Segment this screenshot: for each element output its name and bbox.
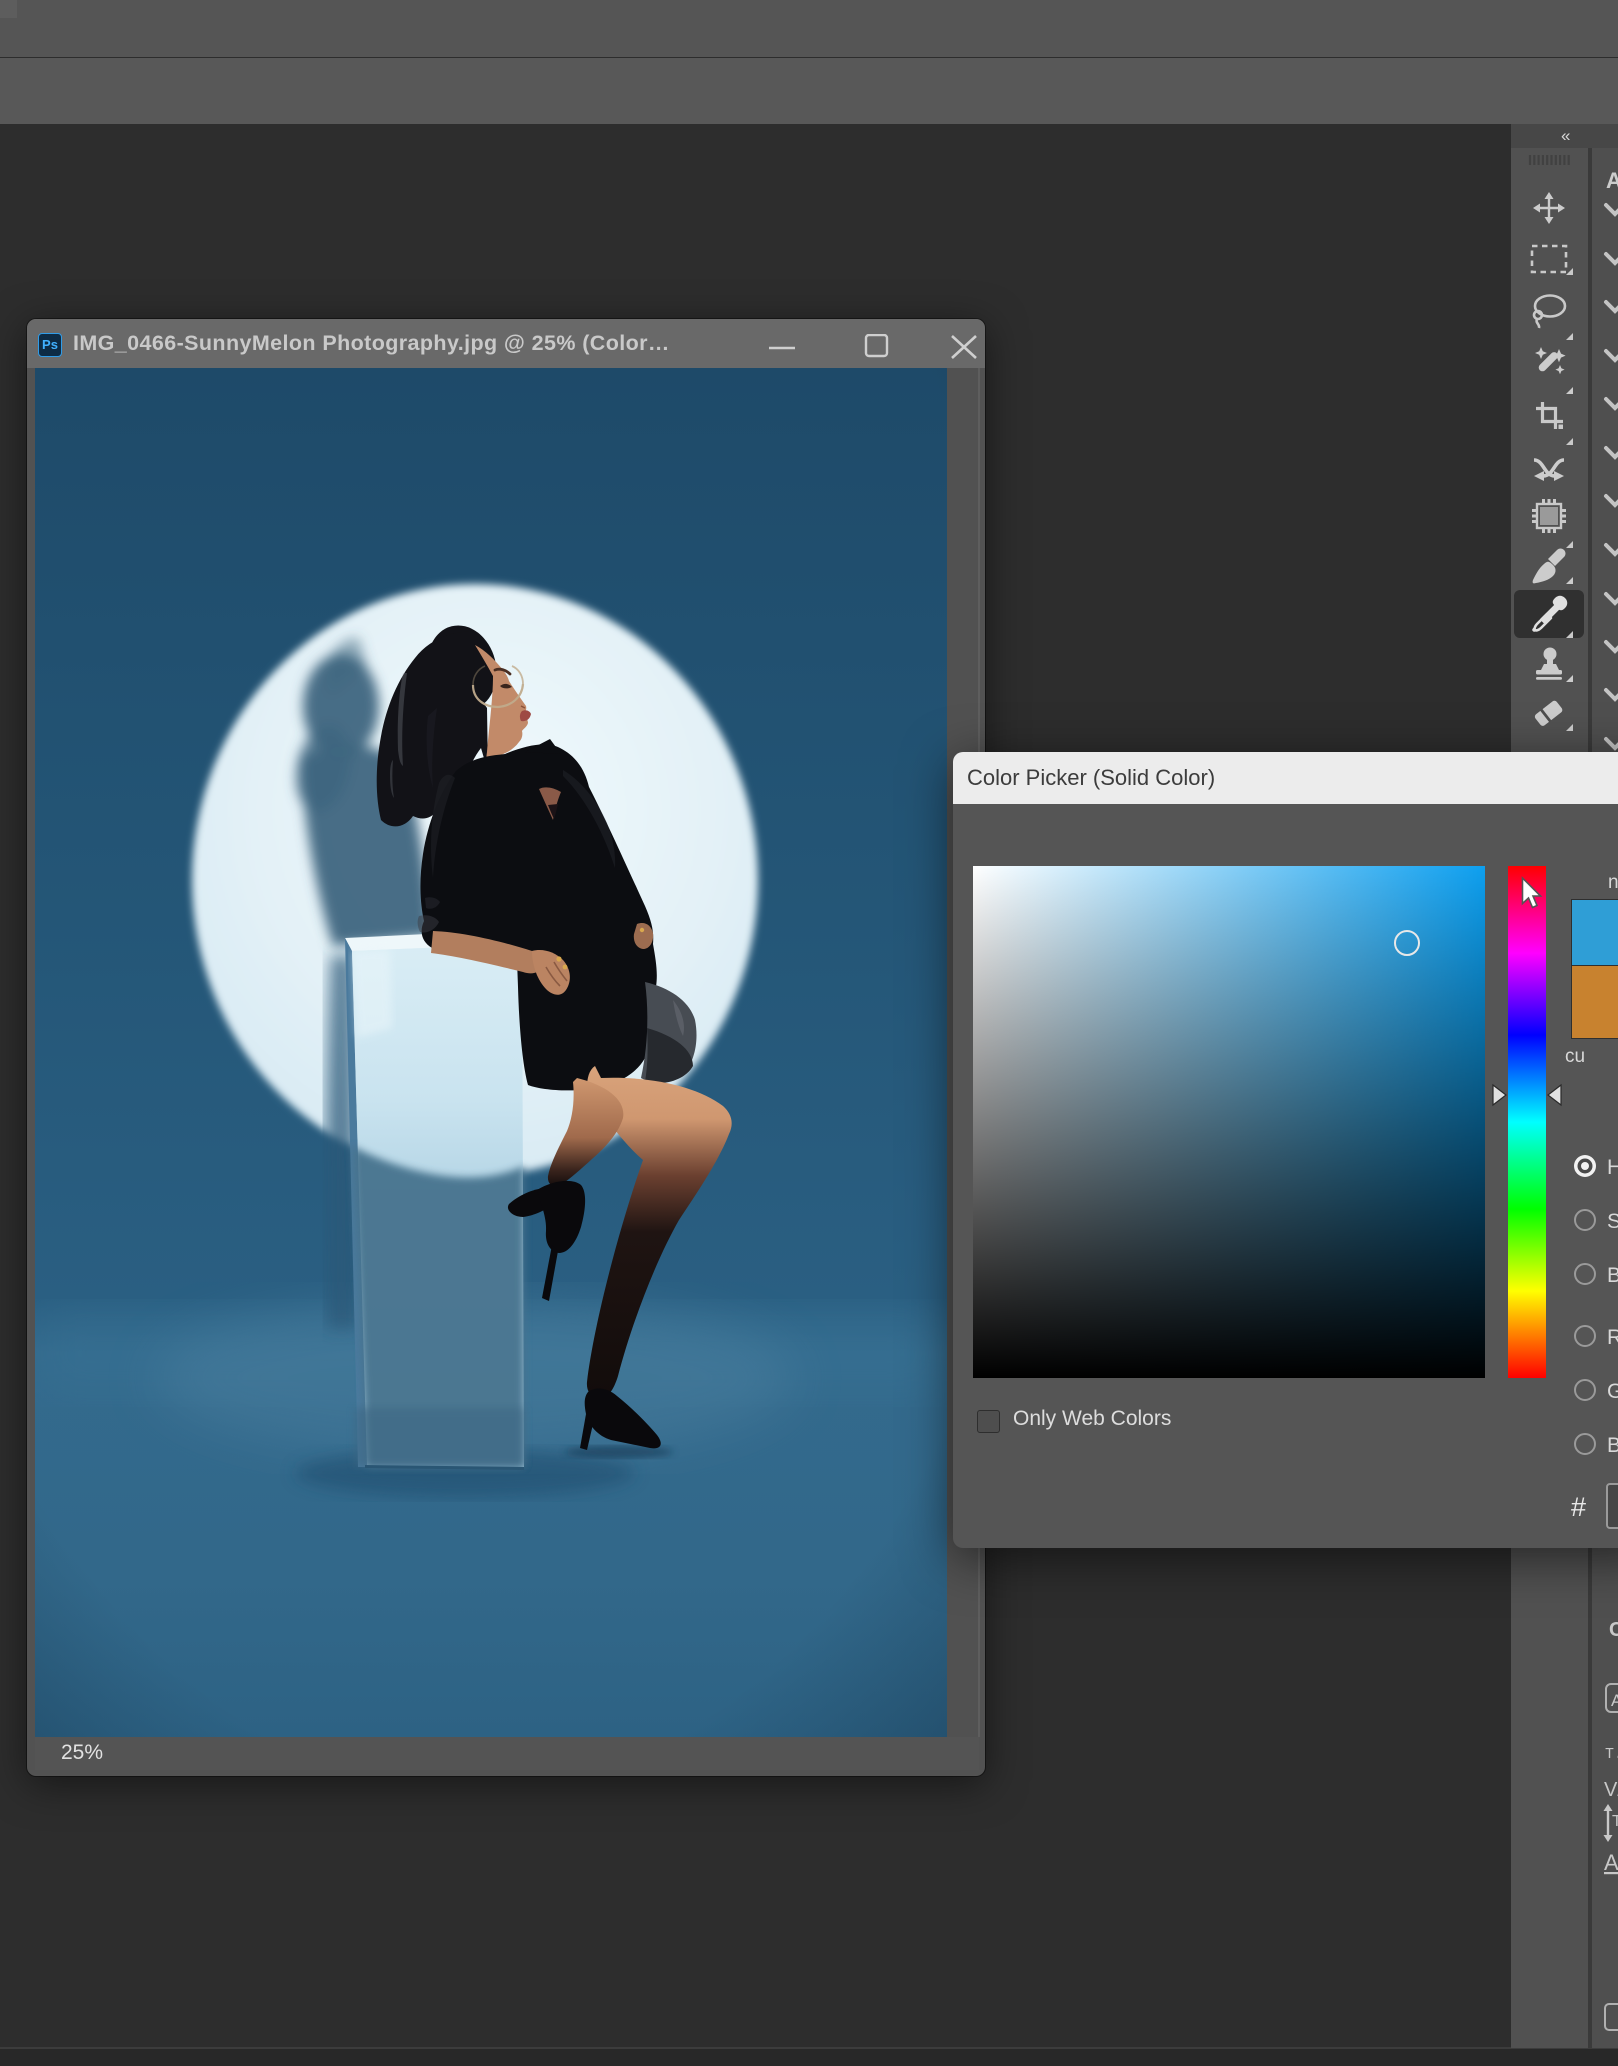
svg-text:R: R xyxy=(1607,1326,1618,1349)
svg-text:S: S xyxy=(1607,1210,1618,1233)
svg-text:T: T xyxy=(1612,1813,1618,1830)
svg-text:H: H xyxy=(1607,1156,1618,1179)
svg-text:A: A xyxy=(1604,1850,1618,1875)
svg-text:V/: V/ xyxy=(1604,1779,1618,1801)
svg-text:C: C xyxy=(1609,1619,1618,1641)
svg-text:A: A xyxy=(1611,1691,1618,1710)
svg-text:B: B xyxy=(1607,1264,1618,1287)
svg-text:B: B xyxy=(1607,1434,1618,1457)
svg-text:A: A xyxy=(1606,168,1618,193)
svg-text:T.: T. xyxy=(1605,1746,1618,1763)
svg-text:G: G xyxy=(1607,1380,1618,1403)
